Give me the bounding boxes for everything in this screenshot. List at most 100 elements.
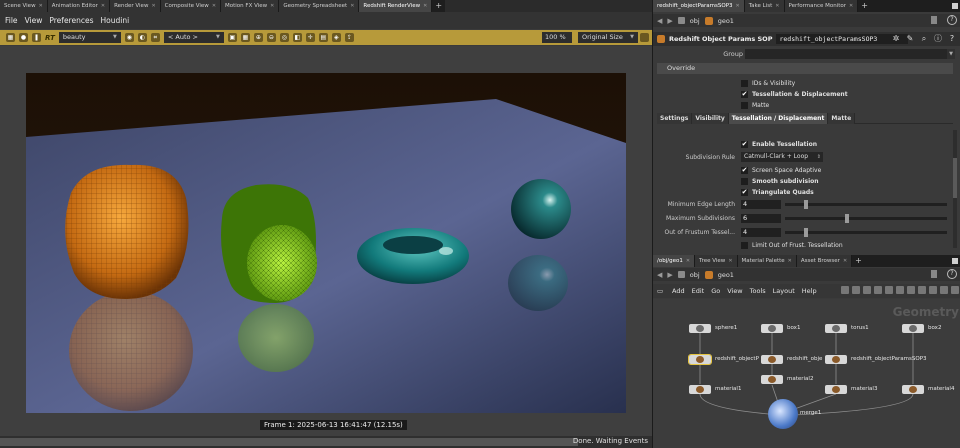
snapshot-icon[interactable]: ◐: [137, 33, 147, 42]
network-editor[interactable]: Geometry sphere1 box1 torus1 box2 redshi…: [653, 299, 960, 448]
scrollbar-thumb[interactable]: [953, 158, 957, 198]
node-redshift-objectparams1[interactable]: [688, 354, 712, 365]
node-material3[interactable]: [825, 385, 847, 394]
close-icon[interactable]: ✕: [423, 0, 427, 12]
out-of-frustum-slider[interactable]: [785, 228, 947, 237]
tab-parameters[interactable]: redshift_objectParamsSOP3 ✕: [653, 0, 745, 12]
tab-asset-browser[interactable]: Asset Browser ✕: [796, 255, 853, 267]
tab-settings[interactable]: Settings: [657, 113, 693, 124]
rt-toggle[interactable]: RT: [45, 34, 55, 42]
pin-icon[interactable]: [931, 270, 937, 278]
pause-icon[interactable]: ❚: [32, 33, 41, 42]
node-box1[interactable]: [761, 324, 783, 333]
min-edge-length-slider[interactable]: [785, 200, 947, 209]
compare-icon[interactable]: ◧: [292, 33, 302, 42]
lock-icon[interactable]: ▣: [227, 33, 237, 42]
render-icon[interactable]: ●: [19, 33, 28, 42]
flag-icon[interactable]: [951, 286, 959, 294]
tab-composite-view[interactable]: Composite View ✕: [160, 0, 222, 12]
fit-icon[interactable]: ◎: [279, 33, 289, 42]
help-icon[interactable]: ?: [947, 269, 957, 279]
tab-motion-fx-view[interactable]: Motion FX View ✕: [221, 0, 280, 12]
settings-icon[interactable]: [640, 33, 649, 42]
forward-arrow-icon[interactable]: ▶: [667, 17, 672, 25]
slider-handle[interactable]: [803, 228, 808, 237]
wrench-icon[interactable]: [841, 286, 849, 294]
node-redshift-objectparams2[interactable]: [761, 355, 783, 364]
checkbox-box[interactable]: [741, 79, 748, 87]
override-section-header[interactable]: Override: [657, 63, 953, 74]
info-icon[interactable]: ⓘ: [933, 34, 943, 44]
layout-icon[interactable]: [874, 286, 882, 294]
close-icon[interactable]: ✕: [788, 255, 792, 267]
tab-tree-view[interactable]: Tree View ✕: [695, 255, 738, 267]
close-icon[interactable]: ✕: [686, 255, 690, 267]
brush-icon[interactable]: ✎: [905, 34, 915, 44]
help-icon[interactable]: ?: [947, 34, 957, 44]
menu-view[interactable]: View: [25, 16, 43, 25]
checkbox-screen-space-adaptive[interactable]: ✔ Screen Space Adaptive: [741, 165, 821, 175]
max-subdivisions-field[interactable]: 6: [741, 214, 781, 223]
close-icon[interactable]: ✕: [350, 0, 354, 12]
menu-edit[interactable]: Edit: [692, 287, 705, 295]
path-node[interactable]: geo1: [718, 271, 734, 279]
slider-handle[interactable]: [845, 214, 850, 223]
checkmark-icon[interactable]: ✔: [741, 140, 748, 148]
back-arrow-icon[interactable]: ◀: [657, 271, 662, 279]
node-merge1[interactable]: [768, 399, 798, 429]
checkbox-enable-tessellation[interactable]: ✔ Enable Tessellation: [741, 139, 817, 149]
menu-file[interactable]: File: [5, 16, 18, 25]
close-icon[interactable]: ✕: [775, 0, 779, 12]
checkmark-icon[interactable]: ✔: [741, 188, 748, 196]
max-subdivisions-slider[interactable]: [785, 214, 947, 223]
close-icon[interactable]: ✕: [212, 0, 216, 12]
aov-dropdown[interactable]: beauty ▼: [58, 32, 121, 43]
close-icon[interactable]: ✕: [270, 0, 274, 12]
tab-render-view[interactable]: Render View ✕: [110, 0, 161, 12]
tab-visibility[interactable]: Visibility: [692, 113, 729, 124]
checkbox-box[interactable]: [741, 177, 748, 185]
checkmark-icon[interactable]: ✔: [741, 166, 748, 174]
region-dropdown[interactable]: < Auto > ▼: [163, 32, 224, 43]
node-material1[interactable]: [689, 385, 711, 394]
chevron-down-icon[interactable]: ▼: [947, 49, 955, 59]
tab-animation-editor[interactable]: Animation Editor ✕: [47, 0, 111, 12]
grid-icon[interactable]: ▦: [240, 33, 250, 42]
eye-icon[interactable]: ◉: [124, 33, 134, 42]
palette-icon[interactable]: [885, 286, 893, 294]
filter-icon[interactable]: [940, 286, 948, 294]
parm-scrollbar[interactable]: [953, 130, 957, 248]
zoom-in-icon[interactable]: ⊕: [253, 33, 263, 42]
tab-matte[interactable]: Matte: [828, 113, 856, 124]
checkbox-box[interactable]: [741, 241, 748, 249]
info-icon[interactable]: [929, 286, 937, 294]
path-context[interactable]: obj: [690, 271, 700, 279]
channels-icon[interactable]: ▤: [318, 33, 328, 42]
tab-redshift-renderview[interactable]: Redshift RenderView ✕: [359, 0, 433, 12]
add-tab-icon[interactable]: +: [852, 255, 865, 267]
node-material4[interactable]: [902, 385, 924, 394]
close-icon[interactable]: ✕: [39, 0, 43, 12]
tab-take-list[interactable]: Take List ✕: [744, 0, 785, 12]
path-context[interactable]: obj: [690, 17, 700, 25]
add-tab-icon[interactable]: +: [432, 0, 445, 12]
subdivision-rule-dropdown[interactable]: Catmull-Clark + Loop ⇕: [741, 152, 823, 162]
expand-icon[interactable]: ▭: [657, 287, 665, 295]
pane-menu-icon[interactable]: [952, 258, 958, 264]
node-name-field[interactable]: redshift_objectParamsSOP3: [776, 34, 909, 44]
back-arrow-icon[interactable]: ◀: [657, 17, 662, 25]
tab-network-geo1[interactable]: /obj/geo1 ✕: [653, 255, 696, 267]
sticky-note-icon[interactable]: [896, 286, 904, 294]
checkbox-ids-visibility[interactable]: IDs & Visibility: [741, 78, 795, 88]
tree-icon[interactable]: [852, 286, 860, 294]
search-icon[interactable]: ⌕: [919, 34, 929, 44]
tab-material-palette[interactable]: Material Palette ✕: [737, 255, 797, 267]
close-icon[interactable]: ✕: [736, 0, 740, 12]
menu-view[interactable]: View: [727, 287, 742, 295]
crop-icon[interactable]: ⌗: [150, 33, 160, 42]
slider-handle[interactable]: [803, 200, 808, 209]
crosshair-icon[interactable]: ✛: [305, 33, 315, 42]
tab-geometry-spreadsheet[interactable]: Geometry Spreadsheet ✕: [279, 0, 360, 12]
tab-performance-monitor[interactable]: Performance Monitor ✕: [784, 0, 859, 12]
pin-icon[interactable]: [931, 16, 937, 24]
